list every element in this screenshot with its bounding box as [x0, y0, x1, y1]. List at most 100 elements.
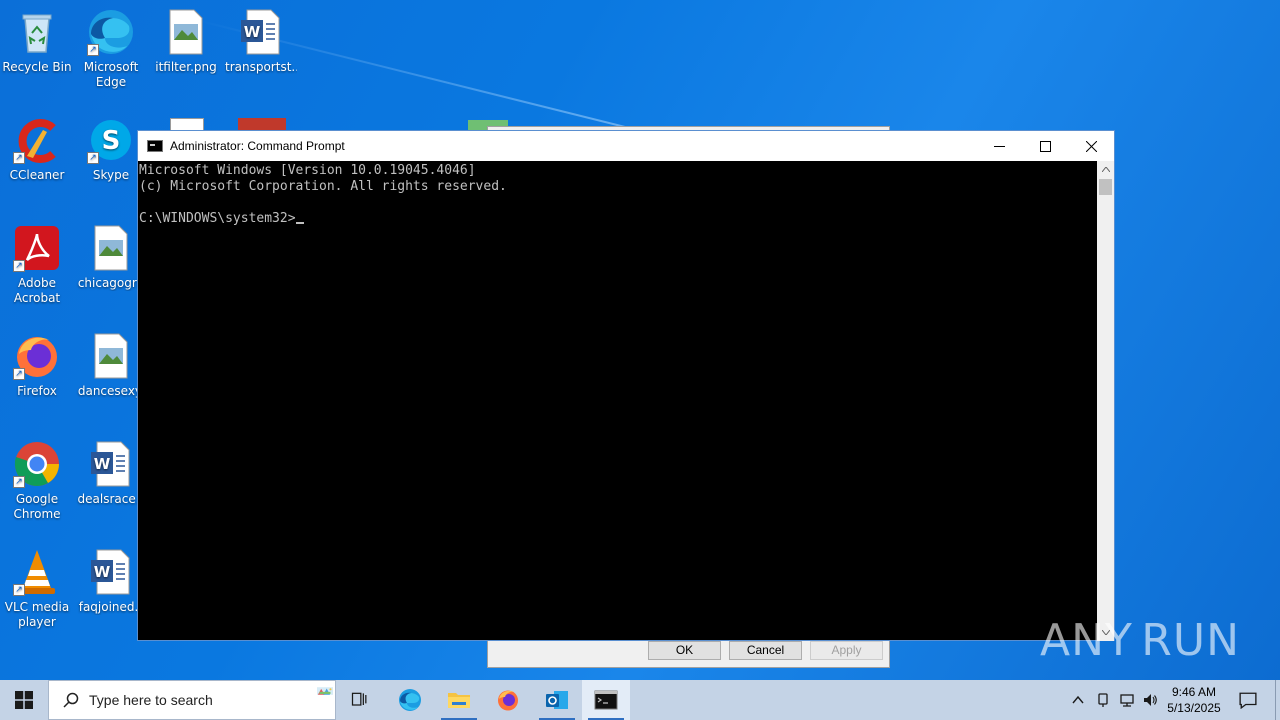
chevron-up-icon — [1101, 167, 1110, 172]
word-doc-icon: W — [87, 440, 135, 488]
minimize-button[interactable] — [976, 131, 1022, 161]
maximize-icon — [1039, 140, 1051, 152]
window-title: Administrator: Command Prompt — [170, 139, 345, 153]
tray-volume-button[interactable] — [1142, 680, 1158, 720]
watermark-text-left: ANY — [1040, 614, 1133, 666]
watermark-text-right: RUN — [1141, 614, 1240, 666]
task-view-button[interactable] — [336, 680, 384, 720]
desktop-icon-itfilter[interactable]: itfilter.png — [150, 8, 222, 75]
taskbar-cmd-button[interactable] — [582, 680, 630, 720]
scroll-up-button[interactable] — [1097, 161, 1114, 178]
show-desktop-button[interactable] — [1275, 680, 1276, 720]
svg-text:W: W — [94, 455, 111, 473]
word-doc-icon: W — [237, 8, 285, 56]
shortcut-arrow-icon: ↗ — [87, 152, 99, 164]
usb-device-icon — [1098, 693, 1108, 707]
icon-label: VLC media player — [4, 600, 70, 629]
shortcut-arrow-icon: ↗ — [13, 584, 25, 596]
shortcut-arrow-icon: ↗ — [13, 476, 25, 488]
tray-device-button[interactable] — [1095, 680, 1111, 720]
search-highlight-illustration-icon — [317, 687, 333, 695]
svg-text:W: W — [94, 563, 111, 581]
cmd-icon — [147, 140, 163, 152]
windows-logo-icon — [15, 691, 33, 709]
edge-icon — [399, 689, 421, 711]
action-center-button[interactable] — [1239, 680, 1257, 720]
desktop-icon-firefox[interactable]: ↗ Firefox — [1, 332, 73, 399]
minimize-icon — [993, 145, 1005, 147]
speaker-icon — [1144, 694, 1157, 706]
anyrun-watermark: ANY RUN — [1040, 608, 1240, 672]
scroll-thumb[interactable] — [1099, 179, 1112, 195]
console-line: Microsoft Windows [Version 10.0.19045.40… — [139, 163, 476, 178]
svg-text:W: W — [244, 23, 261, 41]
console-line: (c) Microsoft Corporation. All rights re… — [139, 179, 507, 194]
image-file-icon — [87, 332, 135, 380]
desktop-icon-recycle-bin[interactable]: Recycle Bin — [1, 8, 73, 75]
ok-button[interactable]: OK — [648, 641, 721, 660]
search-placeholder: Type here to search — [89, 692, 213, 708]
notification-icon — [1239, 692, 1257, 709]
chevron-up-icon — [1072, 695, 1084, 704]
clock-date: 5/13/2025 — [1167, 701, 1221, 715]
image-file-icon — [162, 8, 210, 56]
shortcut-arrow-icon: ↗ — [87, 44, 99, 56]
console-prompt: C:\WINDOWS\system32> — [139, 211, 296, 226]
recycle-bin-icon — [13, 8, 61, 56]
icon-label: Google Chrome — [13, 492, 61, 521]
taskbar-outlook-button[interactable] — [533, 680, 581, 720]
vertical-scrollbar[interactable] — [1097, 161, 1114, 641]
ccleaner-icon: ↗ — [13, 116, 61, 164]
close-icon — [1085, 140, 1097, 152]
word-doc-icon: W — [87, 548, 135, 596]
taskbar-search-box[interactable]: Type here to search — [48, 680, 336, 720]
tray-network-button[interactable] — [1119, 680, 1135, 720]
firefox-icon: ↗ — [13, 332, 61, 380]
icon-label: itfilter.png — [155, 60, 217, 74]
vlc-icon: ↗ — [13, 548, 61, 596]
shortcut-arrow-icon: ↗ — [13, 368, 25, 380]
chrome-icon: ↗ — [13, 440, 61, 488]
network-icon — [1120, 694, 1134, 707]
shortcut-arrow-icon: ↗ — [13, 260, 25, 272]
close-button[interactable] — [1068, 131, 1114, 161]
svg-text:S: S — [102, 126, 121, 156]
desktop-icon-adobe-acrobat[interactable]: ↗ Adobe Acrobat — [1, 224, 73, 306]
icon-label: Microsoft Edge — [83, 60, 139, 89]
skype-icon: S ↗ — [87, 116, 135, 164]
outlook-icon — [546, 691, 568, 709]
start-button[interactable] — [0, 680, 48, 720]
cmd-icon — [594, 690, 618, 710]
desktop-icon-google-chrome[interactable]: ↗ Google Chrome — [1, 440, 73, 522]
taskbar-edge-button[interactable] — [386, 680, 434, 720]
console-line: ​ — [139, 195, 1098, 211]
command-prompt-window[interactable]: Administrator: Command Prompt Microsoft … — [137, 130, 1115, 641]
desktop-icon-vlc[interactable]: ↗ VLC media player — [1, 548, 73, 630]
image-file-icon — [87, 224, 135, 272]
desktop-icon-microsoft-edge[interactable]: ↗ Microsoft Edge — [75, 8, 147, 90]
desktop-icon-transportst[interactable]: W transportst... — [225, 8, 297, 75]
file-explorer-icon — [448, 693, 470, 708]
edge-icon: ↗ — [87, 8, 135, 56]
console-output[interactable]: Microsoft Windows [Version 10.0.19045.40… — [138, 161, 1098, 641]
console-prompt-line: C:\WINDOWS\system32> — [139, 211, 1098, 227]
icon-label: Firefox — [17, 384, 57, 398]
taskbar-clock[interactable]: 9:46 AM 5/13/2025 — [1160, 680, 1228, 720]
taskbar-file-explorer-button[interactable] — [435, 680, 483, 720]
search-icon — [63, 692, 79, 708]
title-bar[interactable]: Administrator: Command Prompt — [138, 131, 1114, 161]
task-view-icon — [351, 692, 367, 706]
icon-label: Adobe Acrobat — [13, 276, 61, 305]
taskbar-firefox-button[interactable] — [484, 680, 532, 720]
icon-label: Recycle Bin — [2, 60, 72, 74]
icon-label: CCleaner — [9, 168, 65, 182]
clock-time: 9:46 AM — [1171, 685, 1217, 699]
shortcut-arrow-icon: ↗ — [13, 152, 25, 164]
text-cursor — [295, 222, 304, 224]
icon-label: transportst... — [225, 60, 297, 74]
maximize-button[interactable] — [1022, 131, 1068, 161]
cancel-button[interactable]: Cancel — [729, 641, 802, 660]
desktop-icon-ccleaner[interactable]: ↗ CCleaner — [1, 116, 73, 183]
apply-button: Apply — [810, 641, 883, 660]
show-hidden-icons-button[interactable] — [1070, 680, 1086, 720]
